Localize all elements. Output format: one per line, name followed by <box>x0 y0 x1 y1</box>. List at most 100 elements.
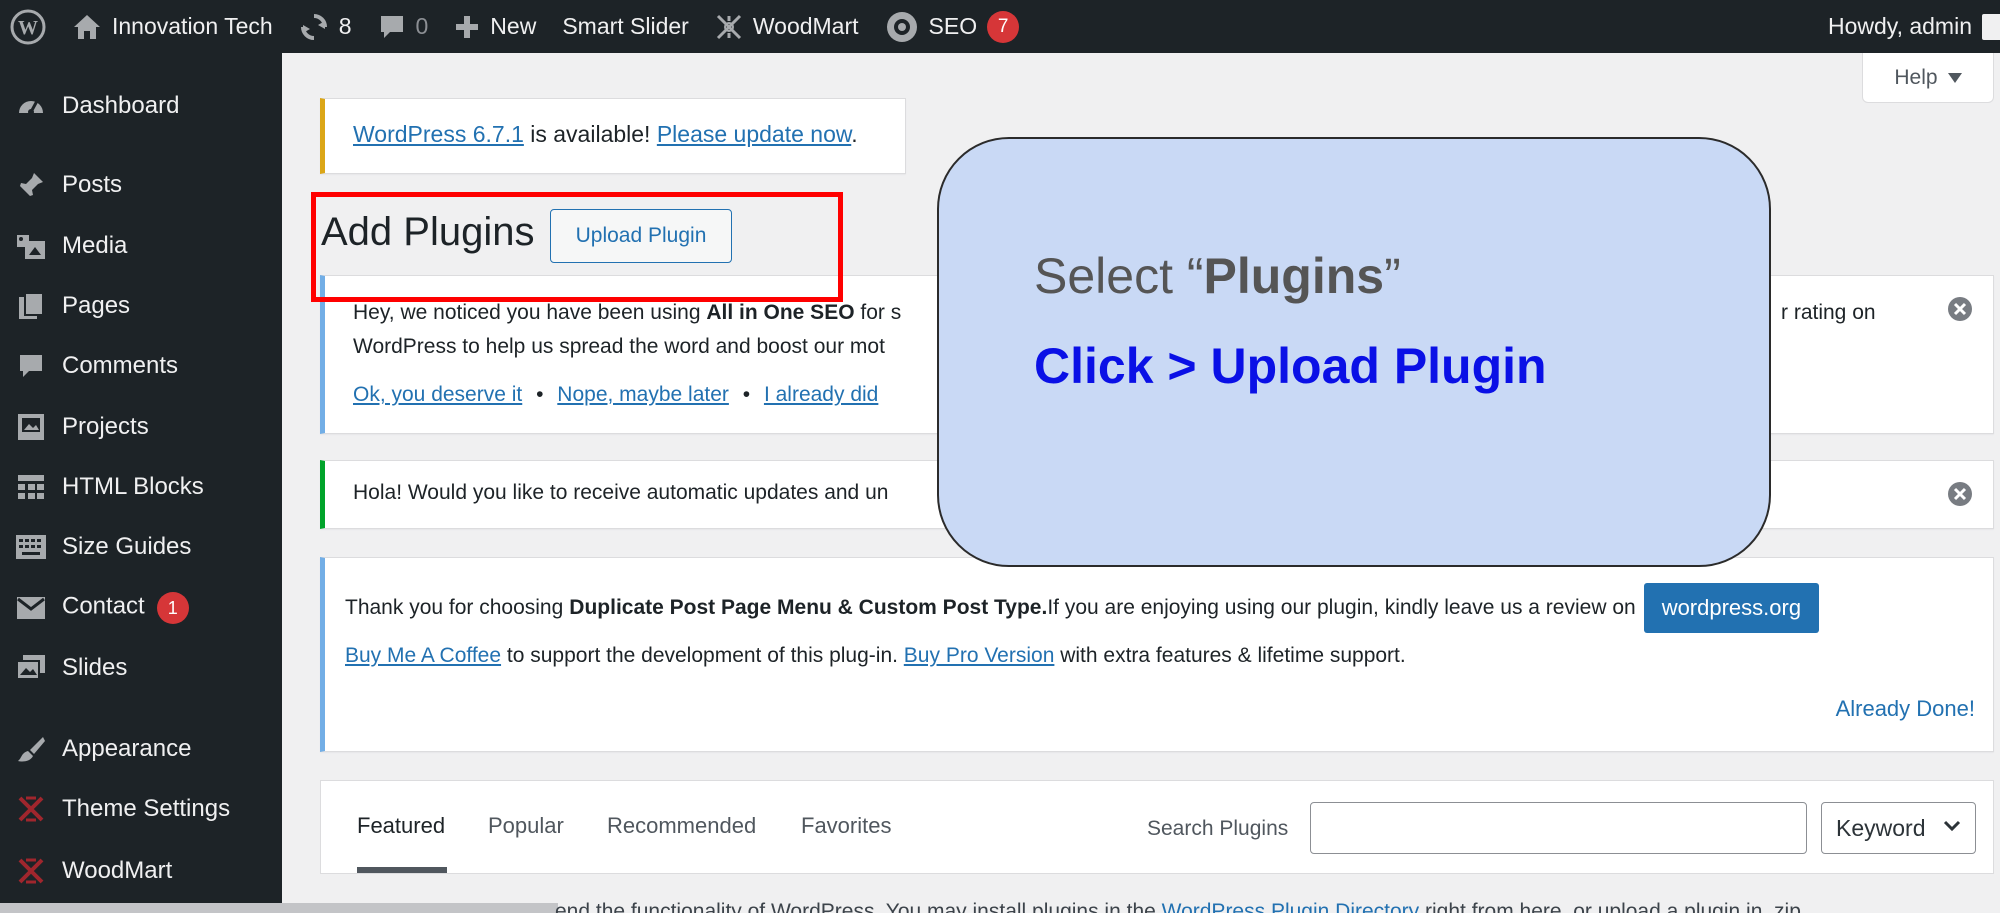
search-plugins-label: Search Plugins <box>1147 817 1289 840</box>
nope-maybe-later-link[interactable]: Nope, maybe later <box>557 383 729 406</box>
tab-popular[interactable]: Popular <box>488 813 564 839</box>
help-tab-button[interactable]: Help <box>1862 53 1994 103</box>
seo-label: SEO <box>928 13 978 39</box>
comment-icon <box>14 349 48 383</box>
aioseo-text-right: r rating on <box>1781 301 1876 324</box>
wordpress-version-link[interactable]: WordPress 6.7.1 <box>353 121 524 147</box>
wordpress-org-review-button[interactable]: wordpress.org <box>1643 583 1820 633</box>
projects-icon <box>14 410 48 444</box>
seo-badge: 7 <box>987 10 1020 43</box>
aioseo-text-after: for s <box>854 301 902 324</box>
admin-bar: W Innovation Tech 8 0 New Smart Slider W… <box>0 0 2000 53</box>
media-icon <box>14 229 48 263</box>
highlight-rectangle <box>311 192 843 302</box>
updates-count: 8 <box>338 13 352 39</box>
site-name-link[interactable]: Innovation Tech <box>59 0 286 53</box>
site-name: Innovation Tech <box>112 13 273 39</box>
search-plugins-input[interactable] <box>1310 802 1807 854</box>
already-did-link[interactable]: I already did <box>764 383 878 406</box>
buy-me-a-coffee-link[interactable]: Buy Me A Coffee <box>345 644 501 667</box>
aioseo-plugin-name: All in One SEO <box>706 301 855 324</box>
sidebar-item-dashboard[interactable]: Dashboard <box>0 81 282 131</box>
slides-icon <box>14 651 48 685</box>
keyboard-icon <box>14 530 48 564</box>
description-start: end the functionality of WordPress. You … <box>555 900 1162 913</box>
dismiss-icon[interactable] <box>1947 481 1973 507</box>
woodmart-label: WoodMart <box>752 13 859 39</box>
sidebar-item-label: Posts <box>62 171 123 198</box>
sidebar-item-label: HTML Blocks <box>62 473 204 500</box>
plugins-description: end the functionality of WordPress. You … <box>555 900 1801 913</box>
sidebar-item-label: Contact 1 <box>62 592 189 624</box>
callout-instruction: Select “Plugins” <box>1034 247 1401 305</box>
home-icon <box>74 14 100 39</box>
wordpress-logo-button[interactable]: W <box>0 0 59 53</box>
sidebar-item-comments[interactable]: Comments <box>0 341 282 391</box>
ok-deserve-it-link[interactable]: Ok, you deserve it <box>353 383 522 406</box>
woodmart-icon <box>14 854 48 888</box>
dashboard-icon <box>14 89 48 123</box>
seo-link[interactable]: SEO 7 <box>872 0 1033 53</box>
sidebar-item-html-blocks[interactable]: HTML Blocks <box>0 462 282 512</box>
search-type-select[interactable]: Keyword <box>1821 802 1976 854</box>
sidebar-item-projects[interactable]: Projects <box>0 402 282 452</box>
update-notice-text: is available! <box>523 121 657 147</box>
sidebar-item-contact[interactable]: Contact 1 <box>0 583 282 633</box>
dup-plugin-name: Duplicate Post Page Menu & Custom Post T… <box>569 596 1048 619</box>
sidebar-item-label: Dashboard <box>62 92 180 119</box>
sidebar-item-label: Comments <box>62 352 179 379</box>
sidebar-item-woodmart[interactable]: WoodMart <box>0 846 282 896</box>
sidebar-item-theme-settings[interactable]: Theme Settings <box>0 784 282 834</box>
pages-icon <box>14 289 48 323</box>
sidebar-item-label: Pages <box>62 292 131 319</box>
chevron-down-icon <box>1943 820 1961 832</box>
search-type-value: Keyword <box>1836 814 1926 841</box>
plus-icon <box>456 15 479 38</box>
update-now-link[interactable]: Please update now <box>657 121 851 147</box>
woodmart-icon <box>14 792 48 826</box>
updates-link[interactable]: 8 <box>286 0 365 53</box>
sidebar-item-size-guides[interactable]: Size Guides <box>0 522 282 572</box>
plugin-directory-link[interactable]: WordPress Plugin Directory <box>1162 900 1420 913</box>
dup-line2: Buy Me A Coffee to support the developme… <box>345 644 1406 668</box>
buy-pro-version-link[interactable]: Buy Pro Version <box>904 644 1055 667</box>
my-account-link[interactable]: Howdy, admin <box>1828 0 2000 53</box>
blocks-icon <box>14 470 48 504</box>
active-tab-indicator <box>357 867 447 873</box>
smart-slider-label: Smart Slider <box>562 13 689 39</box>
dup-text-end: If you are enjoying using our plugin, ki… <box>1047 596 1636 619</box>
woodmart-icon <box>716 14 741 39</box>
separator-dot: • <box>536 383 544 406</box>
callout-action: Click > Upload Plugin <box>1034 338 1547 394</box>
tab-featured[interactable]: Featured <box>357 813 445 839</box>
woodmart-link[interactable]: WoodMart <box>702 0 872 53</box>
dismiss-icon[interactable] <box>1947 296 1973 322</box>
caret-down-icon <box>1947 72 1962 83</box>
help-label: Help <box>1894 65 1938 89</box>
sidebar-item-media[interactable]: Media <box>0 221 282 271</box>
duplicate-post-notice: Thank you for choosing Duplicate Post Pa… <box>320 557 1994 752</box>
sidebar-item-appearance[interactable]: Appearance <box>0 724 282 774</box>
sidebar-item-posts[interactable]: Posts <box>0 160 282 210</box>
smart-slider-link[interactable]: Smart Slider <box>549 0 702 53</box>
horizontal-scrollbar[interactable] <box>0 903 558 913</box>
new-content-link[interactable]: New <box>441 0 549 53</box>
dup-mid-text: to support the development of this plug-… <box>501 644 904 667</box>
comments-link[interactable]: 0 <box>365 0 442 53</box>
update-notice: WordPress 6.7.1 is available! Please upd… <box>320 98 906 174</box>
avatar <box>1982 13 2000 40</box>
sidebar-item-label: Appearance <box>62 735 192 762</box>
comments-count: 0 <box>415 13 429 39</box>
hola-text: Hola! Would you like to receive automati… <box>353 481 889 504</box>
sidebar-item-slides[interactable]: Slides <box>0 643 282 693</box>
already-done-link[interactable]: Already Done! <box>1836 696 1975 722</box>
comment-bubble-icon <box>380 15 403 38</box>
callout-bold: Plugins <box>1203 248 1385 304</box>
sidebar-item-pages[interactable]: Pages <box>0 281 282 331</box>
brush-icon <box>14 732 48 766</box>
sidebar-item-label: Slides <box>62 654 128 681</box>
tab-favorites[interactable]: Favorites <box>801 813 891 839</box>
callout-prefix: Select “ <box>1034 248 1204 304</box>
tab-recommended[interactable]: Recommended <box>607 813 756 839</box>
howdy-greeting: Howdy, admin <box>1827 13 1972 39</box>
